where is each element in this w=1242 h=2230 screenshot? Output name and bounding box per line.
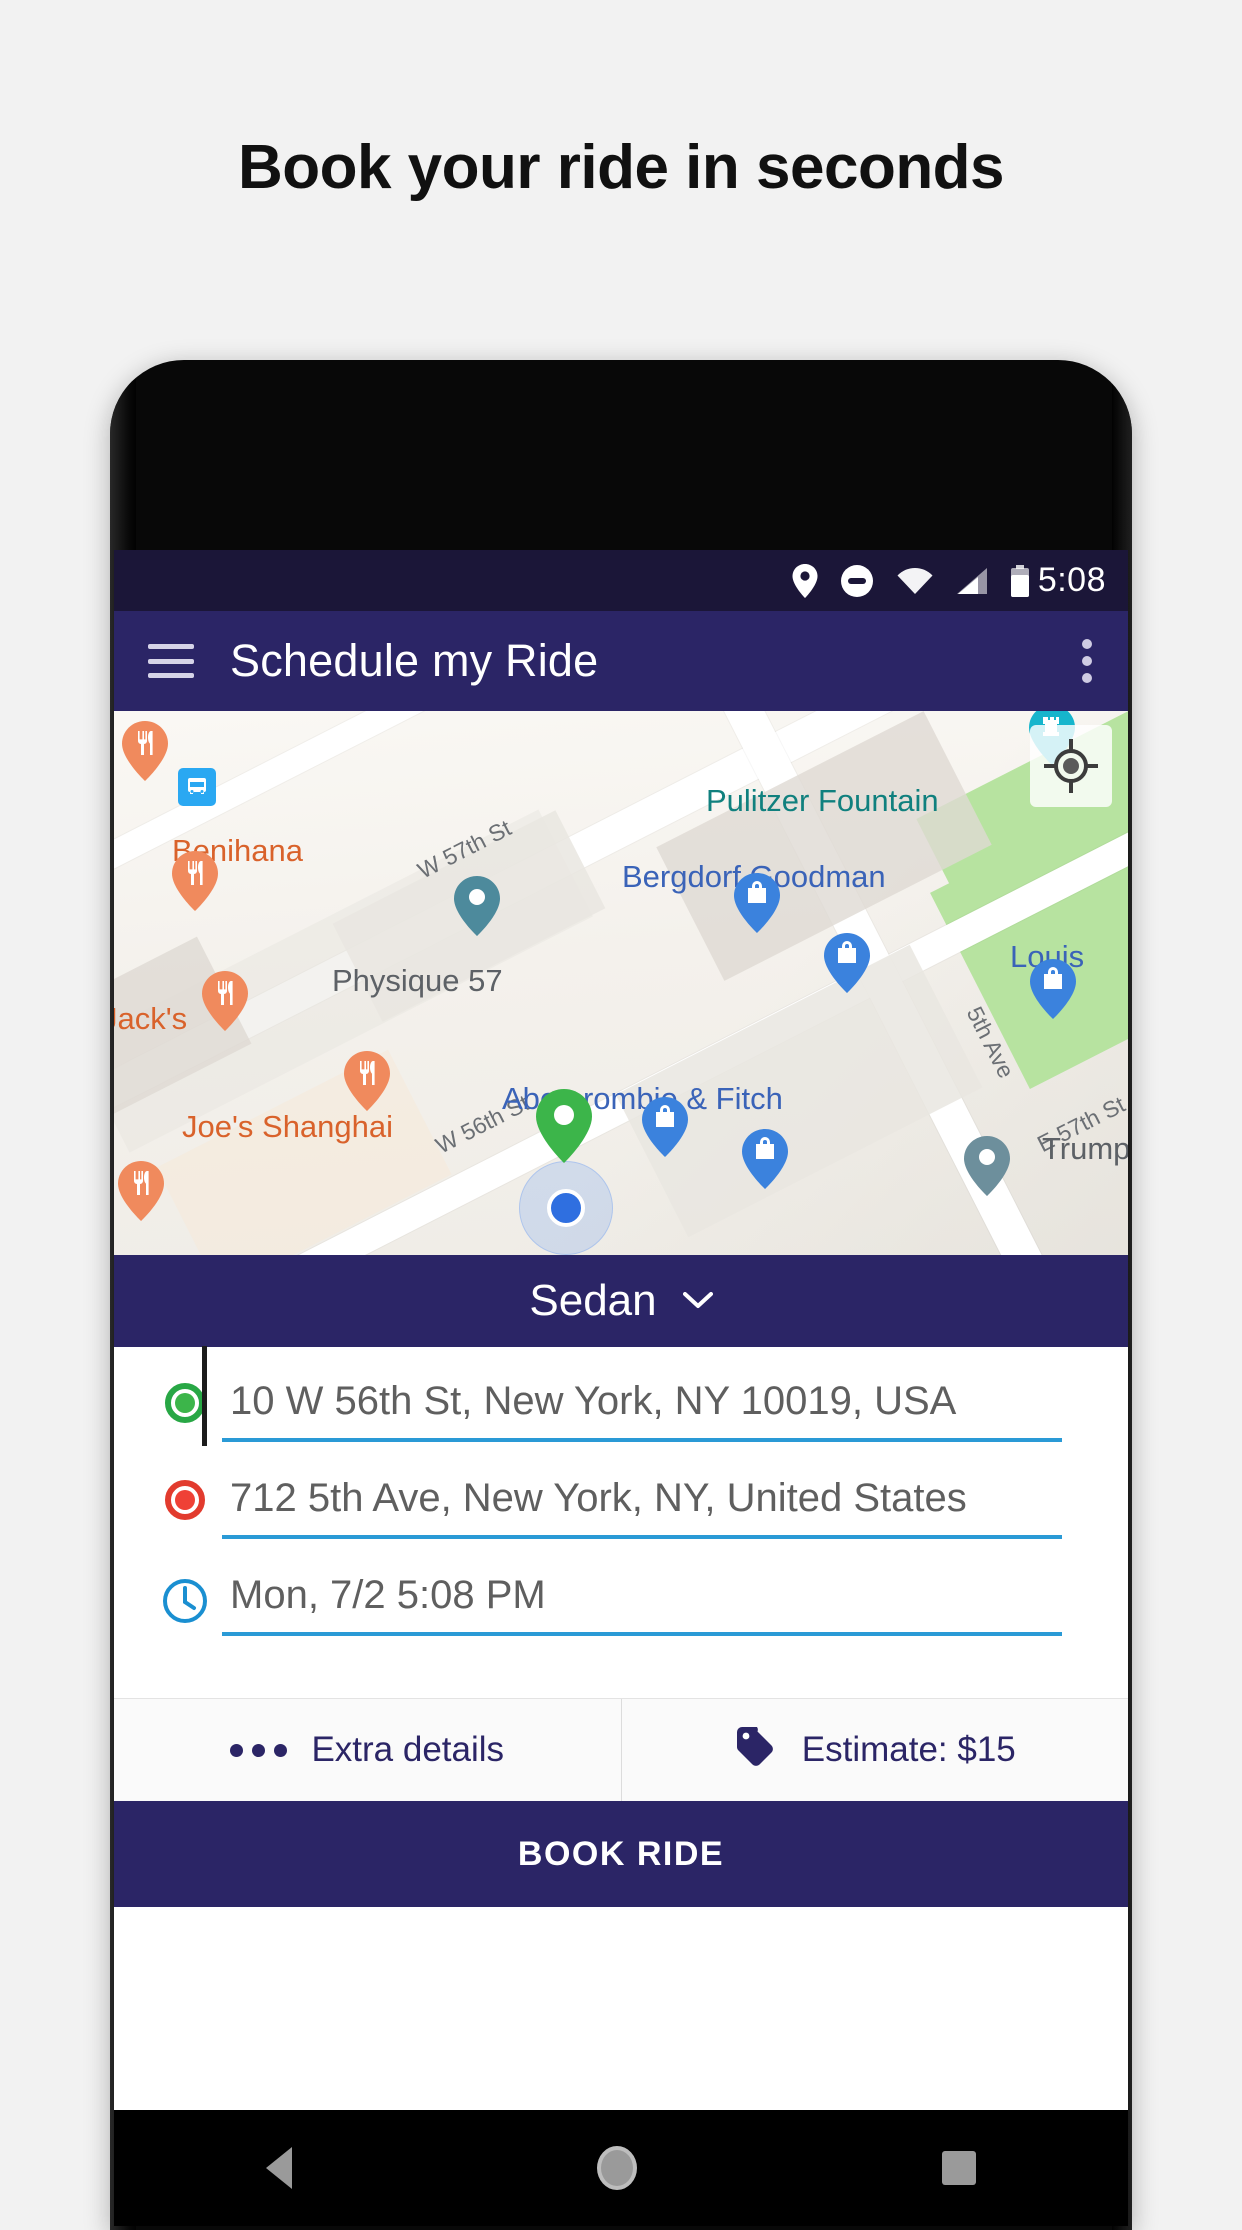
estimate-button[interactable]: Estimate: $15 (620, 1699, 1129, 1801)
action-row: Extra details Estimate: $15 (114, 1698, 1128, 1801)
status-bar: 5:08 (114, 550, 1128, 611)
cell-signal-icon (956, 567, 988, 595)
restaurant-pin-icon[interactable] (344, 1051, 390, 1111)
pickup-input[interactable]: 10 W 56th St, New York, NY 10019, USA (222, 1361, 1094, 1438)
pickup-circle-icon (148, 1361, 222, 1423)
shopping-bag-pin-icon[interactable] (734, 873, 780, 933)
recents-square-icon[interactable] (941, 2151, 976, 2185)
battery-icon (1010, 564, 1030, 597)
location-pin-icon (792, 563, 818, 598)
vehicle-type-selector[interactable]: Sedan (114, 1255, 1128, 1347)
restaurant-pin-icon[interactable] (122, 721, 168, 781)
app-bar: Schedule my Ride (114, 611, 1128, 711)
page-title: Book your ride in seconds (237, 133, 1005, 202)
schedule-underline (222, 1632, 1062, 1636)
restaurant-pin-icon[interactable] (118, 1161, 164, 1221)
clock-icon (148, 1555, 222, 1625)
do-not-disturb-icon (840, 564, 874, 598)
pickup-field-row[interactable]: 10 W 56th St, New York, NY 10019, USA (114, 1347, 1128, 1442)
android-navigation-bar (114, 2110, 1128, 2226)
estimate-label: Estimate: $15 (801, 1730, 1016, 1769)
shopping-bag-pin-icon[interactable] (742, 1129, 788, 1189)
phone-screen: 5:08 Schedule my Ride W 57th St W 56th S… (114, 550, 1128, 2110)
shopping-bag-pin-icon[interactable] (1030, 959, 1076, 1019)
place-pin-icon[interactable] (964, 1136, 1010, 1196)
phone-mockup: 5:08 Schedule my Ride W 57th St W 56th S… (110, 360, 1132, 2230)
chevron-down-icon (682, 1292, 713, 1310)
dropoff-circle-icon (148, 1458, 222, 1520)
home-circle-icon[interactable] (596, 2146, 637, 2190)
user-location-dot (519, 1161, 613, 1255)
dropoff-input[interactable]: 712 5th Ave, New York, NY, United States (222, 1458, 1094, 1535)
dropoff-field-row[interactable]: 712 5th Ave, New York, NY, United States (114, 1442, 1128, 1539)
extra-details-label: Extra details (311, 1730, 505, 1769)
pickup-marker-pin-icon[interactable] (536, 1089, 592, 1163)
vehicle-type-label: Sedan (529, 1276, 657, 1325)
extra-details-button[interactable]: Extra details (114, 1699, 621, 1801)
hamburger-menu-icon[interactable] (148, 644, 194, 678)
pickup-dropoff-connector (202, 1346, 207, 1446)
overflow-menu-icon[interactable] (1082, 639, 1094, 683)
price-tag-icon (734, 1724, 778, 1777)
three-dots-icon (230, 1743, 288, 1757)
schedule-input[interactable]: Mon, 7/2 5:08 PM (222, 1555, 1094, 1632)
map-view[interactable]: W 57th St W 56th St 5th Ave E 57th St Pu… (114, 711, 1128, 1255)
map-poi-label: Joe's Shanghai (182, 1109, 394, 1144)
shopping-bag-pin-icon[interactable] (642, 1097, 688, 1157)
app-bar-title: Schedule my Ride (230, 635, 599, 686)
book-ride-button[interactable]: BOOK RIDE (114, 1801, 1128, 1907)
wifi-icon (896, 567, 934, 595)
map-poi-label: Trump (1042, 1131, 1128, 1166)
schedule-field-row[interactable]: Mon, 7/2 5:08 PM (114, 1539, 1128, 1698)
shopping-bag-pin-icon[interactable] (824, 933, 870, 993)
place-pin-icon[interactable] (454, 876, 500, 936)
ride-form-card: 10 W 56th St, New York, NY 10019, USA 71… (114, 1346, 1128, 1698)
restaurant-pin-icon[interactable] (202, 971, 248, 1031)
my-location-crosshair-icon[interactable] (1030, 725, 1112, 807)
map-poi-label: Jack's (114, 1001, 188, 1036)
back-triangle-icon[interactable] (266, 2147, 293, 2189)
bus-stop-icon[interactable] (178, 768, 216, 806)
status-bar-clock: 5:08 (1037, 561, 1106, 599)
map-poi-label: Physique 57 (332, 963, 503, 998)
map-poi-label: Pulitzer Fountain (706, 783, 939, 818)
restaurant-pin-icon[interactable] (172, 851, 218, 911)
